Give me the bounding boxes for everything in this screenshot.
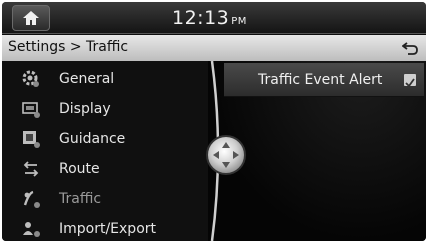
clock: 12:13 PM	[172, 7, 247, 29]
menu-item-label: Display	[59, 101, 111, 117]
menu-item-label: Import/Export	[59, 221, 157, 237]
menu-item-route[interactable]: Route	[2, 154, 212, 184]
menu-item-label: Guidance	[59, 131, 126, 147]
menu-item-label: Route	[59, 161, 100, 177]
menu-item-label: General	[59, 71, 115, 87]
scroll-knob[interactable]	[206, 135, 246, 175]
back-button[interactable]	[400, 38, 420, 58]
navigation-screen: 12:13 PM Settings > Traffic General Disp…	[2, 2, 426, 241]
clock-time: 12:13	[172, 7, 230, 29]
back-arrow-icon	[402, 42, 418, 55]
traffic-event-alert-checkbox[interactable]	[404, 74, 416, 88]
menu-item-display[interactable]: Display	[2, 94, 212, 124]
route-icon	[23, 161, 39, 177]
menu-item-general[interactable]: General	[2, 64, 212, 94]
menu-item-traffic[interactable]: Traffic	[2, 184, 212, 214]
menu-item-label: Traffic	[59, 191, 102, 207]
breadcrumb: Settings > Traffic	[8, 39, 129, 55]
direction-arrows-icon	[213, 142, 239, 168]
gear-icon	[22, 70, 39, 87]
title-bar: Settings > Traffic	[2, 35, 426, 61]
traffic-event-alert-label: Traffic Event Alert	[258, 72, 383, 88]
traffic-event-alert-row[interactable]: Traffic Event Alert	[224, 63, 424, 97]
import-export-icon	[23, 222, 40, 237]
home-icon	[23, 11, 39, 25]
display-icon	[22, 102, 40, 118]
menu-item-import-export[interactable]: Import/Export	[2, 214, 212, 241]
clock-ampm: PM	[231, 16, 247, 27]
home-button[interactable]	[12, 5, 50, 31]
guidance-icon	[23, 131, 40, 148]
menu-item-guidance[interactable]: Guidance	[2, 124, 212, 154]
checkmark-icon	[405, 78, 415, 88]
traffic-icon	[23, 190, 40, 208]
settings-menu: General Display Guidance Route Traffic I…	[2, 61, 212, 241]
status-bar: 12:13 PM	[2, 2, 426, 34]
